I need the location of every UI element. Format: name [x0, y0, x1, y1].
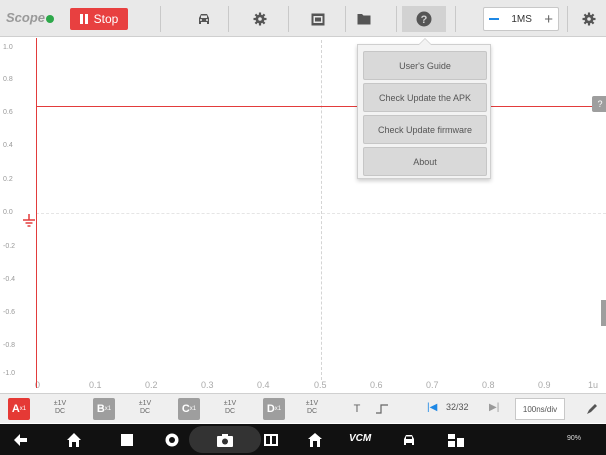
y-tick: 0.8 — [3, 76, 13, 83]
y-tick: 1.0 — [3, 44, 13, 51]
pause-icon — [79, 14, 88, 24]
y-tick: -0.2 — [3, 243, 16, 250]
info-icon[interactable]: ? — [592, 96, 606, 112]
camera-icon[interactable] — [216, 431, 234, 449]
y-tick: 0.6 — [3, 109, 13, 116]
y-tick: 0.4 — [3, 142, 13, 149]
channel-c-button[interactable]: Cx1 — [178, 398, 200, 420]
help-dropdown-menu: User's Guide Check Update the APK Check … — [357, 38, 491, 179]
ground-marker-icon[interactable] — [22, 214, 36, 228]
scope-screen: Scope Stop ? 1MS + 1.0 0.8 0.6 0.4 0.2 0… — [0, 0, 606, 455]
side-panel-tab[interactable] — [601, 300, 606, 326]
recent-apps-icon[interactable] — [118, 431, 136, 449]
x-tick: 0.6 — [370, 380, 383, 390]
channel-d-settings[interactable]: ±1V DC — [300, 400, 324, 416]
screen-icon[interactable] — [296, 6, 340, 32]
x-tick: 0.8 — [482, 380, 495, 390]
x-tick: 0.5 — [314, 380, 327, 390]
system-navbar: VCM 90% — [0, 424, 606, 455]
settings-gear-icon[interactable] — [574, 6, 604, 32]
timebase-plus-button[interactable]: + — [544, 12, 553, 27]
x-tick: 0.9 — [538, 380, 551, 390]
menu-item-check-update-apk[interactable]: Check Update the APK — [363, 83, 487, 112]
menu-item-check-update-firmware[interactable]: Check Update firmware — [363, 115, 487, 144]
probe-icon[interactable] — [581, 398, 603, 420]
channel-bar: Ax1 ±1V DC Bx1 ±1V DC Cx1 ±1V DC Dx1 ±1V DC … — [0, 393, 606, 423]
y-tick: 0.0 — [3, 209, 13, 216]
top-toolbar: Scope Stop ? 1MS + — [0, 0, 606, 37]
vci-status-label[interactable]: VCM — [349, 433, 371, 444]
app-logo: Scope — [6, 10, 55, 25]
stop-label: Stop — [93, 12, 119, 26]
menu-item-about[interactable]: About — [363, 147, 487, 176]
channel-d-button[interactable]: Dx1 — [263, 398, 285, 420]
first-page-button[interactable]: |◀ — [427, 402, 437, 413]
timebase-value: 1MS — [511, 13, 532, 25]
channel-a-axis — [36, 38, 37, 388]
channel-b-button[interactable]: Bx1 — [93, 398, 115, 420]
x-tick: 0.4 — [257, 380, 270, 390]
timebase-control[interactable]: 1MS + — [483, 7, 559, 31]
svg-text:?: ? — [421, 14, 428, 26]
page-indicator: 32/32 — [446, 402, 469, 412]
x-tick: 1u — [588, 380, 599, 390]
browser-icon[interactable] — [163, 431, 181, 449]
time-per-div[interactable]: 100ns/div — [515, 398, 565, 420]
screen-record-icon[interactable] — [262, 431, 280, 449]
y-tick: -0.4 — [3, 276, 16, 283]
channel-c-settings[interactable]: ±1V DC — [218, 400, 242, 416]
back-icon[interactable] — [12, 431, 30, 449]
y-tick: -0.6 — [3, 309, 16, 316]
channel-a-button[interactable]: Ax1 — [8, 398, 30, 420]
trigger-button[interactable]: T — [346, 398, 368, 420]
y-tick: -1.0 — [3, 370, 16, 377]
timebase-minus-button[interactable] — [489, 18, 499, 20]
channel-a-settings[interactable]: ±1V DC — [48, 400, 72, 416]
y-tick: 0.2 — [3, 176, 13, 183]
zero-gridline — [36, 213, 606, 214]
x-tick: 0.7 — [426, 380, 439, 390]
status-indicators: 90% — [567, 435, 581, 442]
last-page-button[interactable]: ▶| — [489, 402, 499, 413]
battery-percent: 90% — [567, 435, 582, 442]
help-icon[interactable]: ? — [402, 6, 446, 32]
home-icon[interactable] — [65, 431, 83, 449]
x-tick: 0.2 — [145, 380, 158, 390]
trigger-edge-icon[interactable] — [372, 398, 394, 420]
shop-icon[interactable] — [447, 431, 465, 449]
y-tick: -0.8 — [3, 342, 16, 349]
folder-icon[interactable] — [342, 6, 386, 32]
channel-a-trace — [36, 106, 606, 107]
menu-item-users-guide[interactable]: User's Guide — [363, 51, 487, 80]
x-tick: 0.3 — [201, 380, 214, 390]
gear-icon[interactable] — [238, 6, 282, 32]
center-divider — [321, 40, 322, 380]
car-icon[interactable] — [182, 6, 226, 32]
waveform-plot[interactable] — [0, 38, 606, 390]
stop-button[interactable]: Stop — [70, 8, 128, 30]
x-tick: 0.1 — [89, 380, 102, 390]
autel-home-icon[interactable] — [306, 431, 324, 449]
channel-b-settings[interactable]: ±1V DC — [133, 400, 157, 416]
vehicle-icon[interactable] — [400, 431, 418, 449]
